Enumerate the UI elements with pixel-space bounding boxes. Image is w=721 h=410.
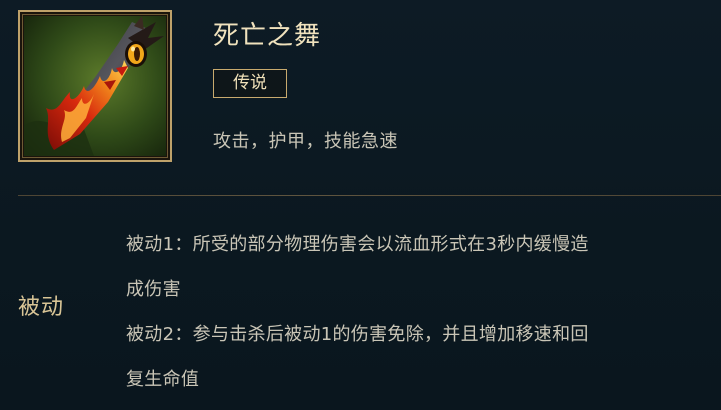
passive-1-line-2: 成伤害 — [126, 279, 181, 300]
item-stats: 攻击，护甲，技能急速 — [213, 131, 398, 152]
sword-item-icon — [24, 16, 166, 156]
passive-2-line-1: 被动2：参与击杀后被动1的伤害免除，并且增加移速和回 — [126, 324, 589, 345]
passive-2-description: 被动2：参与击杀后被动1的伤害免除，并且增加移速和回 复生命值 — [126, 312, 716, 402]
passive-2-line-2: 复生命值 — [126, 369, 200, 390]
passive-label: 被动 — [18, 295, 65, 320]
item-icon-frame[interactable] — [18, 10, 172, 162]
passive-1-description: 被动1：所受的部分物理伤害会以流血形式在3秒内缓慢造 成伤害 — [126, 222, 716, 312]
rarity-badge: 传说 — [213, 69, 287, 98]
passive-1-line-1: 被动1：所受的部分物理伤害会以流血形式在3秒内缓慢造 — [126, 234, 589, 255]
section-divider — [18, 195, 721, 196]
item-name: 死亡之舞 — [213, 21, 322, 51]
item-tooltip: 死亡之舞 传说 攻击，护甲，技能急速 被动 被动1：所受的部分物理伤害会以流血形… — [0, 0, 721, 410]
